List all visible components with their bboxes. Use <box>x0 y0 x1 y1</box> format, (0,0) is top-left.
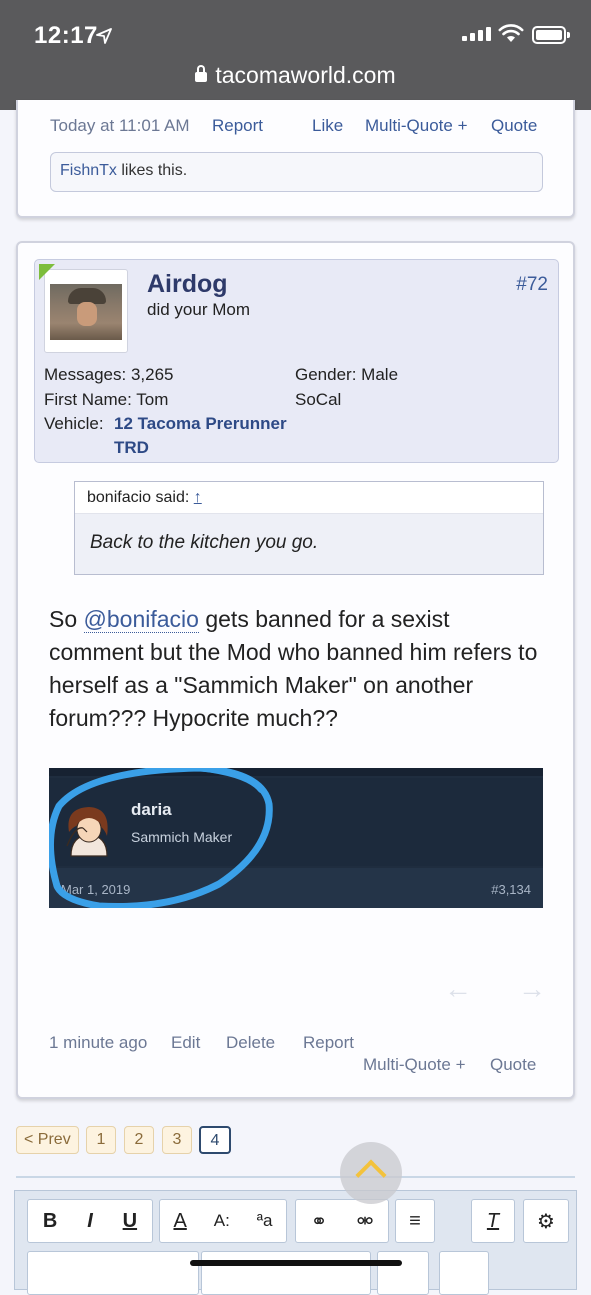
multi-quote-link[interactable]: Multi-Quote + <box>363 1055 466 1075</box>
page-link-2[interactable]: 2 <box>124 1126 154 1154</box>
embedded-screenshot[interactable]: daria Sammich Maker Mar 1, 2019 #3,134 <box>49 768 543 908</box>
page-link-4-current[interactable]: 4 <box>199 1126 231 1154</box>
previous-image-arrow-icon[interactable]: ← <box>444 973 472 1005</box>
font-group: A A: ªa <box>159 1199 287 1243</box>
text-style-group: B I U <box>27 1199 153 1243</box>
likes-text: likes this. <box>121 162 188 179</box>
delete-link[interactable]: Delete <box>226 1033 275 1053</box>
highlight-circle <box>49 768 273 908</box>
scroll-to-top-button[interactable] <box>340 1142 402 1204</box>
user-title: did your Mom <box>147 300 250 319</box>
insert-group <box>201 1251 371 1295</box>
post-message: So @bonifacio gets banned for a sexist c… <box>49 606 538 731</box>
home-indicator <box>190 1260 402 1266</box>
unlink-icon[interactable]: ⚮ <box>357 1209 374 1234</box>
save-draft-button[interactable] <box>439 1251 489 1295</box>
clock: 12:17 <box>34 22 98 49</box>
multi-quote-link[interactable]: Multi-Quote + <box>365 116 468 136</box>
vehicle-value: 12 Tacoma Prerunner TRD <box>114 414 287 457</box>
page-link-1[interactable]: 1 <box>86 1126 116 1154</box>
lock-icon <box>195 65 208 82</box>
vehicle-label: Vehicle: <box>44 414 104 433</box>
link-group: ⚭ ⚮ <box>295 1199 389 1243</box>
post-number-link[interactable]: #72 <box>516 274 548 296</box>
bold-button[interactable]: B <box>43 1210 57 1233</box>
username[interactable]: Airdog <box>147 270 228 299</box>
online-indicator <box>39 264 55 280</box>
quote-text: Back to the kitchen you go. <box>90 532 319 553</box>
location-stat: SoCal <box>295 390 342 409</box>
gear-file-icon: ⚙ <box>537 1210 555 1233</box>
camera-button[interactable] <box>377 1251 429 1295</box>
jump-to-quote-icon[interactable]: ↑ <box>194 489 202 506</box>
quote-link[interactable]: Quote <box>491 116 537 136</box>
underline-button[interactable]: U <box>123 1210 137 1233</box>
post-time-ago: 1 minute ago <box>49 1033 148 1052</box>
quote-author: bonifacio said: <box>87 489 190 506</box>
list-group <box>27 1251 199 1295</box>
editor-toolbar: B I U A A: ªa ⚭ ⚮ ≡ T ⚙ <box>14 1190 577 1295</box>
location-arrow-icon <box>96 28 112 44</box>
remove-format-icon: T <box>486 1209 500 1232</box>
previous-post: Today at 11:01 AM Report Like Multi-Quot… <box>16 100 575 218</box>
gender-stat: Gender: Male <box>295 365 399 384</box>
page-link-3[interactable]: 3 <box>162 1126 192 1154</box>
font-family-button[interactable]: ªa <box>257 1211 273 1231</box>
italic-button[interactable]: I <box>87 1210 93 1233</box>
remove-format-button[interactable]: T <box>471 1199 515 1243</box>
quote-block: bonifacio said: ↑ Back to the kitchen yo… <box>74 481 544 575</box>
report-link[interactable]: Report <box>303 1033 354 1053</box>
first-name-stat: First Name: Tom <box>44 390 169 409</box>
wifi-icon <box>498 24 524 42</box>
liker-link[interactable]: FishnTx <box>60 162 117 179</box>
status-bar: 12:17 tacomaworld.com <box>0 0 591 110</box>
post-timestamp: Today at 11:01 AM <box>50 116 190 135</box>
link-icon[interactable]: ⚭ <box>311 1209 328 1234</box>
chevron-up-icon <box>355 1159 387 1191</box>
divider <box>16 1176 575 1178</box>
forum-post: Airdog did your Mom #72 Messages: 3,265 … <box>16 241 575 1099</box>
next-image-arrow-icon[interactable]: → <box>518 973 546 1005</box>
user-info-box: Airdog did your Mom #72 Messages: 3,265 … <box>34 259 559 463</box>
address-bar[interactable]: tacomaworld.com <box>0 62 591 89</box>
avatar[interactable] <box>44 269 128 353</box>
cellular-signal-icon <box>462 27 491 41</box>
report-link[interactable]: Report <box>212 116 263 136</box>
url-text: tacomaworld.com <box>215 62 396 88</box>
likes-summary: FishnTx likes this. <box>50 152 543 192</box>
avatar-photo <box>50 284 122 340</box>
user-mention-link[interactable]: @bonifacio <box>83 606 199 633</box>
quote-link[interactable]: Quote <box>490 1055 536 1075</box>
font-color-button[interactable]: A <box>173 1210 186 1233</box>
align-button[interactable]: ≡ <box>395 1199 435 1243</box>
pagination-prev[interactable]: < Prev <box>16 1126 79 1154</box>
source-mode-button[interactable]: ⚙ <box>523 1199 569 1243</box>
align-left-icon: ≡ <box>409 1209 421 1232</box>
edit-link[interactable]: Edit <box>171 1033 200 1053</box>
messages-stat: Messages: 3,265 <box>44 365 174 384</box>
battery-icon <box>532 26 570 44</box>
quote-header: bonifacio said: ↑ <box>75 482 543 514</box>
like-link[interactable]: Like <box>312 116 343 136</box>
font-size-button[interactable]: A: <box>214 1211 230 1231</box>
